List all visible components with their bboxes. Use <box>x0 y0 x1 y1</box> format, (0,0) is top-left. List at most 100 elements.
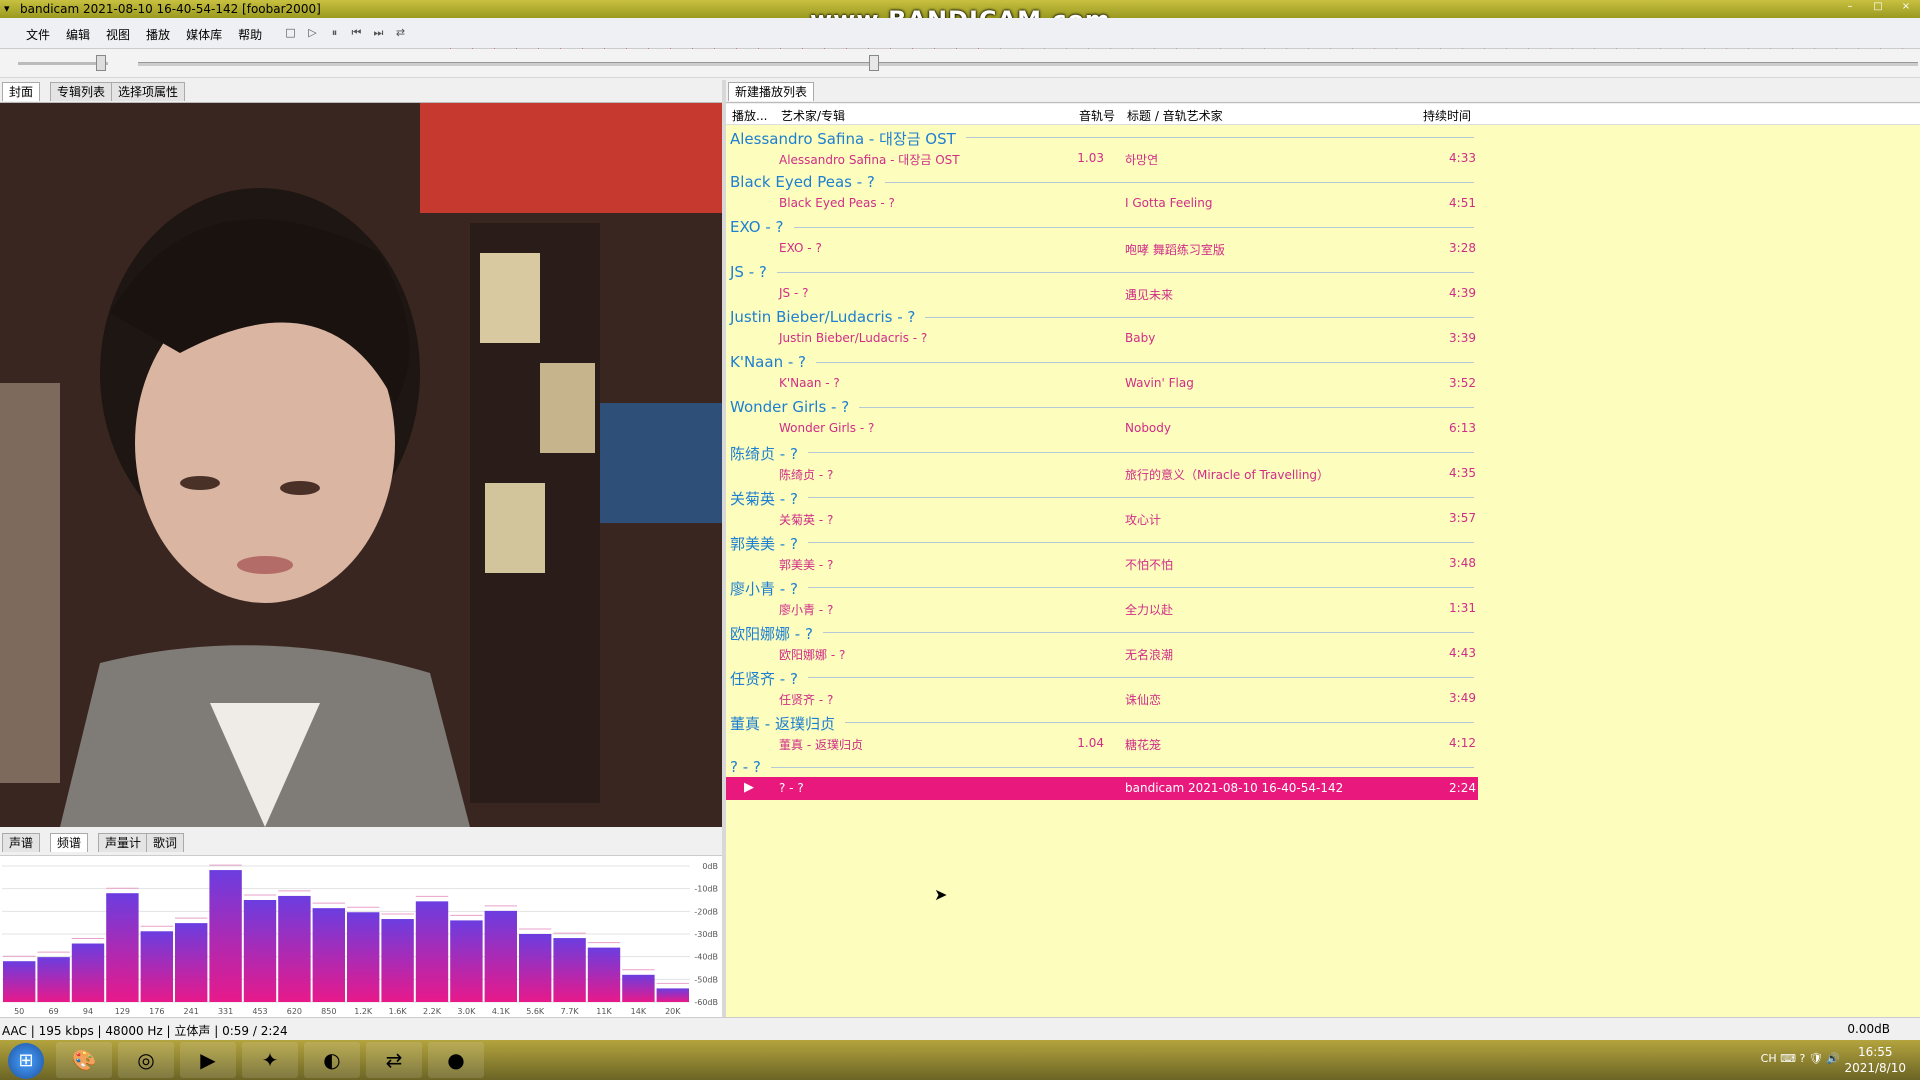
group-name: 关菊英 - ? <box>730 488 808 509</box>
playlist-view[interactable]: Alessandro Safina - 대장금 OST Alessandro Sa… <box>726 125 1920 1017</box>
previous-icon[interactable]: ⏮ <box>348 25 365 40</box>
db-label: -20dB <box>694 907 718 916</box>
seek-knob[interactable] <box>869 55 879 71</box>
clock-time: 16:55 <box>1857 1045 1893 1059</box>
playlist-row[interactable]: Alessandro Safina - 대장금 OST 1.03 하망연 4:33 <box>726 147 1920 170</box>
play-icon[interactable]: ▷ <box>304 25 321 40</box>
taskbar-app-youku-icon[interactable]: ▶ <box>180 1042 236 1078</box>
tab-spectrum[interactable]: 频谱 <box>50 833 89 852</box>
menu-edit[interactable]: 编辑 <box>58 26 98 43</box>
main-menu: 文件 编辑 视图 播放 媒体库 帮助 <box>18 26 270 43</box>
menu-playback[interactable]: 播放 <box>138 26 178 43</box>
playlist-row[interactable]: Justin Bieber/Ludacris - ? Baby 3:39 <box>726 327 1920 350</box>
taskbar-app-player-icon[interactable]: ◐ <box>304 1042 360 1078</box>
track-artist-album: EXO - ? <box>779 241 822 255</box>
playlist-row[interactable]: Wonder Girls - ? Nobody 6:13 <box>726 417 1920 440</box>
group-name: 任贤齐 - ? <box>730 668 808 689</box>
minimize-button[interactable]: – <box>1836 0 1864 14</box>
taskbar-app-transfer-icon[interactable]: ⇄ <box>366 1042 422 1078</box>
track-title: 하망연 <box>1125 153 1159 167</box>
playlist-group-header[interactable]: 陈绮贞 - ? <box>726 440 1920 464</box>
tab-new-playlist[interactable]: 新建播放列表 <box>728 82 815 101</box>
seek-slider[interactable] <box>138 62 1918 66</box>
taskbar-app-netease-icon[interactable]: ◎ <box>118 1042 174 1078</box>
playlist-group-header[interactable]: JS - ? <box>726 260 1920 282</box>
playlist-group-header[interactable]: Justin Bieber/Ludacris - ? <box>726 305 1920 327</box>
playlist-group-header[interactable]: ? - ? <box>726 755 1920 777</box>
column-playing[interactable]: 播放... <box>732 107 767 124</box>
taskbar-clock[interactable]: 16:55 2021/8/10 <box>1844 1044 1906 1076</box>
system-tray[interactable]: CH ⌨ ? 🛡 🔊 <box>1761 1052 1840 1065</box>
column-duration[interactable]: 持续时间 <box>1423 107 1471 124</box>
tab-spectrogram[interactable]: 声谱 <box>2 833 41 852</box>
playlist-group-header[interactable]: Black Eyed Peas - ? <box>726 170 1920 192</box>
track-title: Wavin' Flag <box>1125 376 1194 390</box>
playlist-group-header[interactable]: Wonder Girls - ? <box>726 395 1920 417</box>
tab-selection-properties[interactable]: 选择项属性 <box>111 82 186 101</box>
playlist-row[interactable]: K'Naan - ? Wavin' Flag 3:52 <box>726 372 1920 395</box>
playlist-row[interactable]: 董真 - 返璞归贞 1.04 糖花笼 4:12 <box>726 732 1920 755</box>
column-title-artist[interactable]: 标题 / 音轨艺术家 <box>1127 107 1223 124</box>
spectrum-bar <box>209 870 242 1002</box>
group-divider <box>730 677 1474 678</box>
playlist-group-header[interactable]: 郭美美 - ? <box>726 530 1920 554</box>
start-button[interactable]: ⊞ <box>8 1043 44 1079</box>
playlist-group-header[interactable]: K'Naan - ? <box>726 350 1920 372</box>
pause-icon[interactable]: ⏸ <box>326 25 343 40</box>
status-bar: AAC | 195 kbps | 48000 Hz | 立体声 | 0:59 /… <box>0 1017 1920 1040</box>
playlist-row[interactable]: 关菊英 - ? 攻心计 3:57 <box>726 507 1920 530</box>
playlist-group-header[interactable]: 欧阳娜娜 - ? <box>726 620 1920 644</box>
column-track-number[interactable]: 音轨号 <box>1079 107 1115 124</box>
track-artist-album: 任贤齐 - ? <box>779 693 834 707</box>
frequency-label: 453 <box>252 1007 267 1016</box>
tab-cover[interactable]: 封面 <box>2 82 41 101</box>
playlist-group-header[interactable]: 关菊英 - ? <box>726 485 1920 509</box>
track-title: I Gotta Feeling <box>1125 196 1213 210</box>
tab-lyrics[interactable]: 歌词 <box>146 833 185 852</box>
taskbar-app-bandicam-icon[interactable]: ● <box>428 1042 484 1078</box>
track-duration: 3:48 <box>1449 556 1476 570</box>
track-title: 遇见未来 <box>1125 288 1174 302</box>
maximize-button[interactable]: □ <box>1864 0 1892 14</box>
db-label: -10dB <box>694 885 718 894</box>
playlist-group-header[interactable]: 任贤齐 - ? <box>726 665 1920 689</box>
menu-help[interactable]: 帮助 <box>230 26 270 43</box>
playlist-row[interactable]: 欧阳娜娜 - ? 无名浪潮 4:43 <box>726 642 1920 665</box>
playlist-row-now-playing[interactable]: ▶ ? - ? bandicam 2021-08-10 16-40-54-142 2:… <box>726 777 1478 800</box>
playlist-group-header[interactable]: EXO - ? <box>726 215 1920 237</box>
playlist-row[interactable]: 陈绮贞 - ? 旅行的意义（Miracle of Travelling） 4:35 <box>726 462 1920 485</box>
track-artist-album: Black Eyed Peas - ? <box>779 196 895 210</box>
playlist-group-header[interactable]: 董真 - 返璞归贞 <box>726 710 1920 734</box>
close-button[interactable]: × <box>1892 0 1920 14</box>
db-label: -60dB <box>694 998 718 1007</box>
app-menu-icon[interactable]: ▾ <box>4 2 10 15</box>
taskbar-app-foobar-icon[interactable]: ✦ <box>242 1042 298 1078</box>
playlist-group-header[interactable]: Alessandro Safina - 대장금 OST <box>726 125 1920 149</box>
group-divider <box>730 227 1474 228</box>
stop-icon[interactable]: □ <box>282 25 299 40</box>
playlist-row[interactable]: EXO - ? 咆哮 舞蹈练习室版 3:28 <box>726 237 1920 260</box>
playlist-row[interactable]: Black Eyed Peas - ? I Gotta Feeling 4:51 <box>726 192 1920 215</box>
column-artist-album[interactable]: 艺术家/专辑 <box>781 107 845 124</box>
track-title: 旅行的意义（Miracle of Travelling） <box>1125 468 1330 482</box>
menu-view[interactable]: 视图 <box>98 26 138 43</box>
menu-library[interactable]: 媒体库 <box>178 26 230 43</box>
taskbar-app-paint-icon[interactable]: 🎨 <box>56 1042 112 1078</box>
track-duration: 4:39 <box>1449 286 1476 300</box>
random-icon[interactable]: ⇄ <box>392 25 409 40</box>
playlist-row[interactable]: 廖小青 - ? 全力以赴 1:31 <box>726 597 1920 620</box>
tab-vu-meter[interactable]: 声量计 <box>98 833 149 852</box>
group-name: Justin Bieber/Ludacris - ? <box>730 308 926 326</box>
group-divider <box>730 452 1474 453</box>
next-icon[interactable]: ⏭ <box>370 25 387 40</box>
playlist-group-header[interactable]: 廖小青 - ? <box>726 575 1920 599</box>
playlist-row[interactable]: 任贤齐 - ? 诛仙恋 3:49 <box>726 687 1920 710</box>
spectrum-bar <box>312 908 345 1002</box>
group-divider <box>730 587 1474 588</box>
volume-knob[interactable] <box>96 55 106 71</box>
volume-slider[interactable] <box>18 62 108 65</box>
playlist-row[interactable]: 郭美美 - ? 不怕不怕 3:48 <box>726 552 1920 575</box>
tab-album-list[interactable]: 专辑列表 <box>50 82 113 101</box>
menu-file[interactable]: 文件 <box>18 26 58 43</box>
playlist-row[interactable]: JS - ? 遇见未来 4:39 <box>726 282 1920 305</box>
